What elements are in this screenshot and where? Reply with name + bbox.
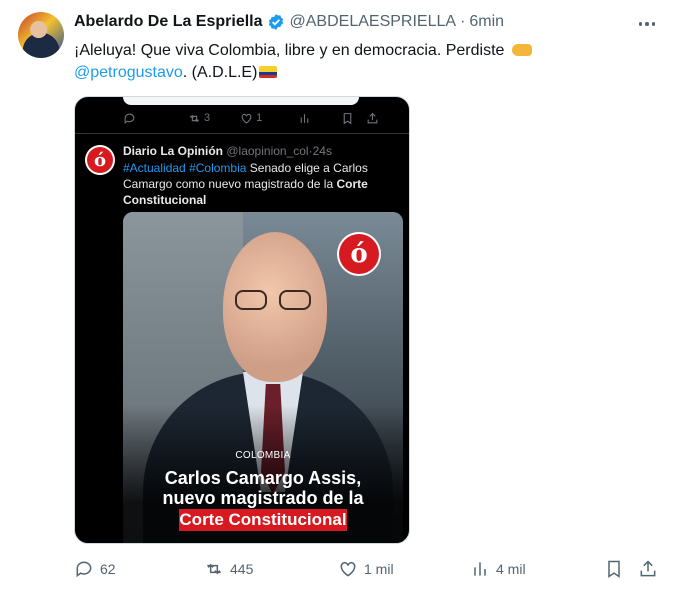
quoted-time: 24s [312,144,332,158]
quoted-author-name: Diario La Opinión [123,144,224,158]
previous-image-edge [123,97,359,105]
news-photo: ó COLOMBIA Carlos Camargo Assis, nuevo m… [123,212,403,543]
like-count-value: 1 [256,112,263,124]
verified-badge-icon [267,13,285,31]
colombia-flag-icon [259,66,278,78]
retweet-count: 3 [188,112,210,125]
quoted-author-handle: @laopinion_col [226,144,309,158]
author-name[interactable]: Abelardo De La Espriella [74,13,263,31]
photo-headline: Carlos Camargo Assis, nuevo magistrado d… [123,468,403,508]
tweet[interactable]: Abelardo De La Espriella @ABDELAESPRIELL… [0,0,678,592]
tweet-actions: 62 445 1 mil 4 mil [74,556,664,582]
heart-icon [340,561,356,577]
reply-count: 62 [100,561,116,577]
share-icon[interactable] [638,559,658,579]
photo-glasses [235,290,317,312]
quoted-prev-actions: 3 1 [123,109,378,127]
photo-logo-glyph: ó [339,234,379,274]
photo-section-label: COLOMBIA [235,450,291,461]
photo-headline-line: Carlos Camargo Assis, [164,468,362,488]
hashtag: #Colombia [189,161,247,175]
bookmark-icon[interactable] [604,559,624,579]
author-handle[interactable]: @ABDELAESPRIELLA [290,13,457,31]
fist-emoji-icon [511,44,532,56]
bookmark-icon [341,112,354,125]
photo-logo: ó [337,232,381,276]
photo-headline-line: nuevo magistrado de la [162,488,364,508]
logo-glyph: ó [87,147,113,173]
reply-icon [76,561,92,578]
tweet-header: Abelardo De La Espriella @ABDELAESPRIELL… [74,13,504,31]
views-icon [474,562,486,576]
divider [75,133,409,134]
like-count: 1 mil [364,561,394,577]
tweet-text-part: . (A.D.L.E) [182,64,258,81]
share-icon [366,112,379,125]
tweet-text: ¡Aleluya! Que viva Colombia, libre y en … [74,40,664,84]
timestamp[interactable]: 6min [469,13,504,31]
retweet-count-value: 3 [204,112,211,124]
mention-link[interactable]: @petrogustavo [74,64,183,81]
media-attachment[interactable]: 3 1 ó Diario La Opinión @laopinion_col·2… [74,96,410,544]
reply-button[interactable]: 62 [74,556,116,582]
retweet-button[interactable]: 445 [204,556,253,582]
avatar[interactable] [18,12,64,58]
views-count: 4 mil [496,561,526,577]
retweet-icon [207,563,221,575]
la-opinion-logo: ó [85,145,115,175]
quoted-text: #Actualidad #Colombia Senado elige a Car… [123,160,403,208]
retweet-count: 445 [230,561,254,577]
reply-icon [123,112,136,125]
quoted-header: Diario La Opinión @laopinion_col·24s [123,144,332,158]
views-button[interactable]: 4 mil [470,556,526,582]
like-count: 1 [240,112,262,125]
more-options-icon[interactable] [636,15,658,33]
views-icon [298,112,311,125]
separator: · [460,13,466,30]
photo-headline-highlight: Corte Constitucional [179,509,347,531]
hashtag: #Actualidad [123,161,186,175]
like-button[interactable]: 1 mil [338,556,394,582]
tweet-text-part: ¡Aleluya! Que viva Colombia, libre y en … [74,42,505,59]
